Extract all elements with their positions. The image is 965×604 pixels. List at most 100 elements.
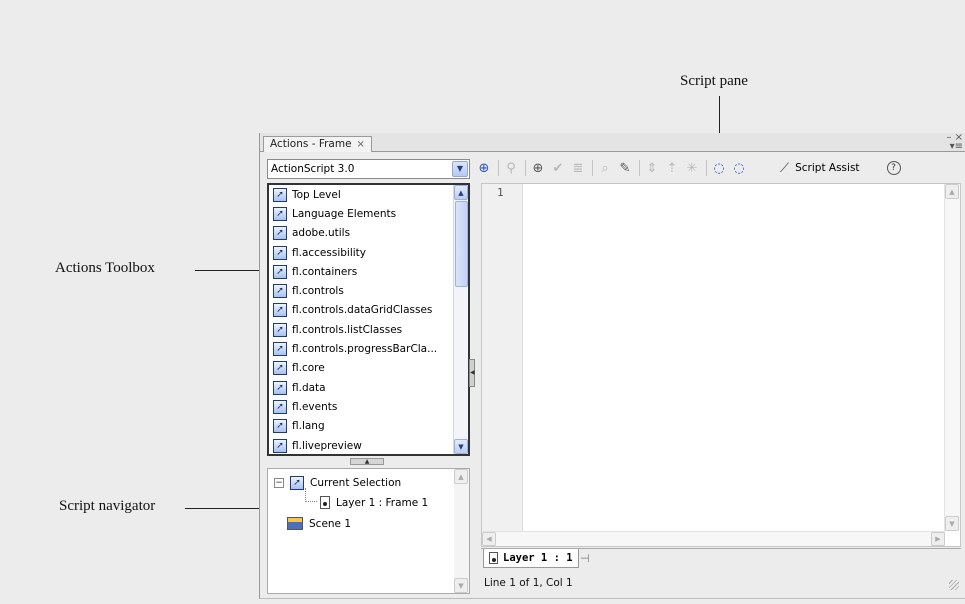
- toolbox-item-label: fl.livepreview: [292, 439, 362, 452]
- toolbox-item-label: fl.controls.progressBarCla...: [292, 343, 438, 356]
- help-icon[interactable]: ?: [886, 161, 901, 175]
- code-editor[interactable]: [524, 184, 943, 530]
- script-assist-button[interactable]: ⟋ Script Assist: [780, 161, 860, 176]
- script-assist-label: Script Assist: [795, 162, 860, 174]
- scroll-thumb[interactable]: [455, 201, 468, 287]
- toolbox-item-label: fl.data: [292, 381, 326, 394]
- panel-menu-icon[interactable]: ▾≡: [946, 142, 963, 152]
- toolbar-divider: [639, 160, 640, 176]
- book-icon: ➚: [273, 322, 287, 337]
- debug-icon[interactable]: ✎: [616, 159, 634, 177]
- script-pane[interactable]: 1 ▲ ▼ ◀ ▶: [481, 183, 961, 547]
- toolbar-divider: [706, 160, 707, 176]
- book-icon: ➚: [273, 206, 287, 221]
- add-icon[interactable]: ⊕: [475, 159, 493, 177]
- toolbox-item[interactable]: ➚ adobe.utils: [269, 224, 468, 243]
- toolbox-item[interactable]: ➚ fl.controls.progressBarCla...: [269, 339, 468, 358]
- target-icon[interactable]: ⊕: [529, 159, 547, 177]
- actionscript-version-select[interactable]: ActionScript 3.0 ▼: [267, 159, 470, 179]
- tab-close-icon[interactable]: ×: [357, 137, 365, 152]
- toolbox-scrollbar[interactable]: ▲ ▼: [453, 185, 468, 454]
- cursor-position: Line 1 of 1, Col 1: [484, 577, 573, 589]
- apply-comment-icon[interactable]: ◌: [710, 159, 728, 177]
- navigator-scrollbar[interactable]: ▲ ▼: [454, 469, 469, 593]
- script-horizontal-scrollbar[interactable]: ◀ ▶: [482, 531, 945, 546]
- book-icon: ➚: [273, 342, 287, 357]
- line-number: 1: [497, 186, 504, 199]
- toolbar-divider: [498, 160, 499, 176]
- nav-item-scene[interactable]: Scene 1: [287, 517, 351, 530]
- tab-actions-frame[interactable]: Actions - Frame ×: [263, 136, 372, 152]
- nav-item-layer-frame[interactable]: Layer 1 : Frame 1: [320, 496, 428, 509]
- toolbox-item-label: fl.lang: [292, 420, 325, 433]
- book-icon: ➚: [290, 476, 304, 490]
- toolbox-item-label: fl.core: [292, 362, 325, 375]
- actionscript-version-value: ActionScript 3.0: [271, 163, 355, 175]
- collapse-pane-handle[interactable]: ◀: [469, 359, 475, 387]
- toolbox-item[interactable]: ➚ fl.accessibility: [269, 243, 468, 262]
- book-icon: ➚: [273, 419, 287, 434]
- line-number-gutter: 1: [482, 184, 523, 546]
- toolbox-navigator-splitter[interactable]: ▲: [350, 458, 384, 465]
- expand-icon[interactable]: ✳: [683, 159, 701, 177]
- nav-item-current-selection[interactable]: − ➚ Current Selection: [274, 476, 401, 490]
- code-hint-icon[interactable]: ⌕: [596, 159, 614, 177]
- frame-icon: [320, 496, 330, 509]
- toolbox-item[interactable]: ➚ fl.controls: [269, 281, 468, 300]
- resize-grip-icon[interactable]: [949, 580, 959, 590]
- tab-label: Actions - Frame: [270, 138, 352, 150]
- scroll-left-icon[interactable]: ◀: [482, 532, 496, 546]
- book-icon: ➚: [273, 303, 287, 318]
- frame-icon: [489, 552, 498, 564]
- callout-script-pane: Script pane: [680, 73, 748, 89]
- scroll-up-icon[interactable]: ▲: [454, 469, 468, 484]
- toolbox-item-label: fl.controls.dataGridClasses: [292, 304, 433, 317]
- scroll-down-icon[interactable]: ▼: [454, 578, 468, 593]
- nav-label-layer-frame: Layer 1 : Frame 1: [336, 496, 429, 509]
- book-icon: ➚: [273, 399, 287, 414]
- panel-tab-bar: Actions - Frame × – × ▾≡: [260, 133, 965, 152]
- toolbox-item[interactable]: ➚ fl.controls.listClasses: [269, 320, 468, 339]
- toolbox-item-label: fl.events: [292, 400, 338, 413]
- scroll-right-icon[interactable]: ▶: [931, 532, 945, 546]
- remove-comment-icon[interactable]: ◌: [730, 159, 748, 177]
- auto-format-icon[interactable]: ≣: [569, 159, 587, 177]
- toolbox-item[interactable]: ➚ fl.lang: [269, 417, 468, 436]
- toolbox-item-label: fl.controls.listClasses: [292, 323, 403, 336]
- scroll-down-icon[interactable]: ▼: [945, 516, 959, 531]
- nav-label-current-selection: Current Selection: [310, 477, 402, 489]
- toolbox-item-label: adobe.utils: [292, 227, 351, 240]
- nav-label-scene: Scene 1: [309, 517, 352, 530]
- scroll-up-icon[interactable]: ▲: [454, 185, 468, 200]
- toolbox-item[interactable]: ➚ fl.data: [269, 378, 468, 397]
- pin-script-icon[interactable]: ⊣: [580, 552, 590, 565]
- toolbox-item-label: Top Level: [292, 188, 341, 201]
- script-vertical-scrollbar[interactable]: ▲ ▼: [944, 184, 960, 531]
- book-icon: ➚: [273, 264, 287, 279]
- toolbox-item[interactable]: ➚ fl.livepreview: [269, 436, 468, 454]
- toolbox-item[interactable]: ➚ fl.events: [269, 397, 468, 416]
- toolbox-item[interactable]: ➚ fl.containers: [269, 262, 468, 281]
- collapse-icon[interactable]: −: [274, 478, 284, 488]
- tab-layer-1[interactable]: Layer 1 : 1: [483, 549, 579, 568]
- scroll-down-icon[interactable]: ▼: [454, 439, 468, 454]
- panel-window-controls[interactable]: – × ▾≡: [946, 133, 963, 152]
- collapse-selection-icon[interactable]: ⇡: [663, 159, 681, 177]
- check-syntax-icon[interactable]: ✔: [549, 159, 567, 177]
- chevron-down-icon[interactable]: ▼: [452, 161, 468, 177]
- scroll-up-icon[interactable]: ▲: [945, 184, 959, 199]
- toolbox-item[interactable]: ➚ Top Level: [269, 185, 468, 204]
- toolbox-item-label: fl.accessibility: [292, 246, 366, 259]
- toolbox-item[interactable]: ➚ fl.controls.dataGridClasses: [269, 301, 468, 320]
- toolbox-item-label: Language Elements: [292, 207, 397, 220]
- scene-icon: [287, 517, 303, 530]
- toolbar-divider: [525, 160, 526, 176]
- toolbox-item-label: fl.containers: [292, 265, 358, 278]
- collapse-icon[interactable]: ⇕: [643, 159, 661, 177]
- book-icon: ➚: [273, 226, 287, 241]
- toolbox-item[interactable]: ➚ Language Elements: [269, 204, 468, 223]
- script-tab-bar: Layer 1 : 1 ⊣: [481, 548, 961, 569]
- toolbox-item[interactable]: ➚ fl.core: [269, 359, 468, 378]
- find-icon[interactable]: ⚲: [502, 159, 520, 177]
- toolbox-item-label: fl.controls: [292, 285, 344, 298]
